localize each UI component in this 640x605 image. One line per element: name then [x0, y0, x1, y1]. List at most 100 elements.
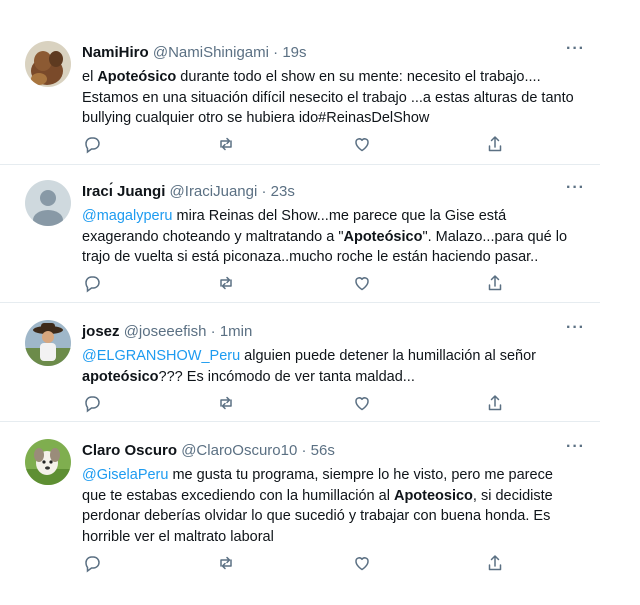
- reply-button[interactable]: [82, 393, 102, 413]
- tweet-text: @magalyperu mira Reinas del Show...me pa…: [82, 206, 582, 268]
- retweet-button[interactable]: [216, 393, 236, 413]
- share-button[interactable]: [485, 273, 505, 293]
- share-icon: [488, 275, 502, 291]
- avatar-person-hat-icon: [25, 320, 71, 366]
- timestamp[interactable]: 19s: [282, 44, 306, 61]
- display-name[interactable]: josez: [82, 323, 120, 340]
- reply-icon: [85, 556, 100, 573]
- bold-text: Apoteosico: [393, 487, 473, 504]
- share-icon: [488, 395, 502, 411]
- retweet-button[interactable]: [216, 134, 236, 154]
- text-segment: el: [82, 69, 98, 85]
- text-segment: mira Reinas del Show...me parece que la …: [172, 208, 507, 224]
- text-segment: bullying cualquier otro se hubiera ido#R…: [82, 110, 430, 126]
- tweet-actions: [82, 273, 522, 293]
- share-icon: [488, 136, 502, 152]
- like-button[interactable]: [352, 273, 372, 293]
- text-segment: horrible ver el maltrato laboral: [82, 528, 274, 545]
- reply-button[interactable]: [82, 553, 102, 573]
- mention-link[interactable]: @GiselaPeru: [82, 467, 168, 483]
- reply-icon: [85, 137, 100, 154]
- timestamp[interactable]: 1min: [220, 323, 253, 340]
- more-icon[interactable]: ···: [566, 180, 588, 196]
- text-segment: perdonar deberías olvidar lo que sucedió…: [82, 508, 551, 524]
- tweet-text: @ELGRANSHOW_Peru alguien puede detener l…: [82, 346, 582, 387]
- tweet-text-line: horrible ver el maltrato laboral: [82, 527, 582, 548]
- more-icon[interactable]: ···: [566, 41, 588, 57]
- separator-dot: ·: [301, 442, 307, 459]
- share-icon: [488, 555, 502, 571]
- text-segment: exagerando choteando y maltratando a ": [82, 228, 344, 245]
- separator-dot: ·: [210, 323, 216, 340]
- tweet-text-line: perdonar deberías olvidar lo que sucedió…: [82, 506, 582, 527]
- text-segment: ". Malazo...para qué lo: [422, 228, 568, 245]
- retweet-button[interactable]: [216, 553, 236, 573]
- separator-dot: ·: [261, 183, 267, 200]
- tweet-text-line: apoteósico??? Es incómodo de ver tanta m…: [82, 367, 582, 388]
- tweet-header: Iracı́ Juangi @IraciJuangi · 23s: [82, 182, 295, 202]
- bold-text: Apoteósico: [97, 69, 177, 85]
- tweet-text-line: el Apoteósico durante todo el show en su…: [82, 67, 582, 88]
- retweet-icon: [220, 137, 232, 151]
- user-handle[interactable]: @ClaroOscuro10: [181, 442, 297, 459]
- tweet-text-line: @magalyperu mira Reinas del Show...me pa…: [82, 206, 582, 227]
- avatar[interactable]: [25, 180, 71, 226]
- divider: [0, 302, 600, 303]
- like-icon: [355, 397, 369, 411]
- separator-dot: ·: [273, 44, 279, 61]
- tweet-actions: [82, 393, 522, 413]
- like-button[interactable]: [352, 134, 372, 154]
- tweet-text-line: exagerando choteando y maltratando a "Ap…: [82, 227, 582, 248]
- mention-link[interactable]: @magalyperu: [82, 208, 172, 224]
- display-name[interactable]: Claro Oscuro: [82, 442, 177, 459]
- text-segment: , si decidiste: [472, 487, 553, 504]
- share-button[interactable]: [485, 553, 505, 573]
- retweet-icon: [220, 556, 232, 570]
- retweet-button[interactable]: [216, 273, 236, 293]
- user-handle[interactable]: @NamiShinigami: [153, 44, 269, 61]
- like-icon: [355, 557, 369, 571]
- text-segment: ??? Es incómodo de ver tanta maldad...: [158, 368, 415, 385]
- tweet-header: josez @joseeefish · 1min: [82, 322, 252, 342]
- text-segment: Estamos en una situación difícil nesecit…: [82, 89, 574, 106]
- mention-link[interactable]: @ELGRANSHOW_Peru: [82, 348, 240, 364]
- timestamp[interactable]: 23s: [271, 183, 295, 200]
- tweet-text-line: @ELGRANSHOW_Peru alguien puede detener l…: [82, 346, 582, 367]
- tweet-text: @GiselaPeru me gusta tu programa, siempr…: [82, 465, 582, 547]
- reply-button[interactable]: [82, 273, 102, 293]
- like-button[interactable]: [352, 553, 372, 573]
- tweet-header: NamiHiro @NamiShinigami · 19s: [82, 43, 307, 63]
- tweet-text-line: @GiselaPeru me gusta tu programa, siempr…: [82, 465, 582, 486]
- reply-icon: [85, 276, 100, 293]
- display-name[interactable]: NamiHiro: [82, 44, 149, 61]
- retweet-icon: [220, 276, 232, 290]
- timestamp[interactable]: 56s: [311, 442, 335, 459]
- more-icon[interactable]: ···: [566, 320, 588, 336]
- user-handle[interactable]: @joseeefish: [124, 323, 207, 340]
- tweet-feed: NamiHiro @NamiShinigami · 19s ··· el Apo…: [0, 0, 640, 605]
- tweet-text: el Apoteósico durante todo el show en su…: [82, 67, 582, 129]
- like-icon: [355, 138, 369, 152]
- bold-text: apoteósico: [82, 368, 159, 385]
- tweet-text-line: que te estabas excediendo con la humilla…: [82, 486, 582, 507]
- avatar-dog-grass-icon: [25, 439, 71, 485]
- like-icon: [355, 277, 369, 291]
- tweet-text-line: trajo de vuelta si está piconaza..mucho …: [82, 247, 582, 268]
- avatar[interactable]: [25, 41, 71, 87]
- share-button[interactable]: [485, 134, 505, 154]
- like-button[interactable]: [352, 393, 372, 413]
- tweet-text-line: bullying cualquier otro se hubiera ido#R…: [82, 108, 582, 129]
- text-segment: que te estabas excediendo con la humilla…: [82, 487, 394, 504]
- tweet-header: Claro Oscuro @ClaroOscuro10 · 56s: [82, 441, 335, 461]
- reply-button[interactable]: [82, 134, 102, 154]
- more-icon[interactable]: ···: [566, 439, 588, 455]
- display-name[interactable]: Iracı́ Juangi: [82, 183, 165, 200]
- divider: [0, 164, 600, 165]
- text-segment: trajo de vuelta si está piconaza..mucho …: [82, 249, 539, 265]
- user-handle[interactable]: @IraciJuangi: [170, 183, 258, 200]
- avatar[interactable]: [25, 439, 71, 485]
- tweet-text-line: Estamos en una situación difícil nesecit…: [82, 88, 582, 109]
- share-button[interactable]: [485, 393, 505, 413]
- bold-text: Apoteósico: [343, 228, 423, 245]
- avatar[interactable]: [25, 320, 71, 366]
